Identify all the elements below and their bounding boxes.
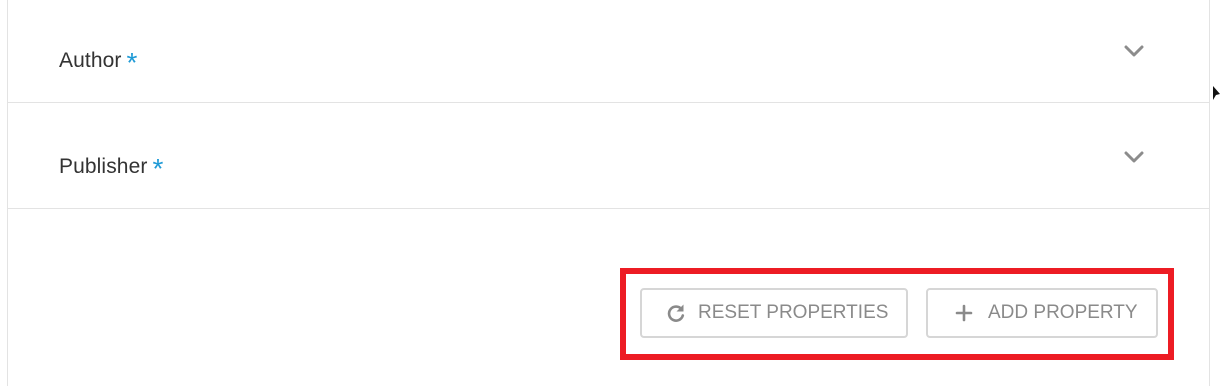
reset-properties-button[interactable]: RESET PROPERTIES: [640, 288, 908, 338]
refresh-icon: [667, 304, 685, 322]
property-name: Author: [59, 49, 122, 72]
mouse-cursor-icon: [1213, 86, 1220, 100]
add-property-button[interactable]: ADD PROPERTY: [926, 288, 1158, 338]
plus-icon: [955, 304, 973, 322]
required-asterisk: *: [152, 153, 164, 184]
reset-properties-label: RESET PROPERTIES: [698, 302, 889, 323]
add-property-label: ADD PROPERTY: [988, 302, 1138, 323]
chevron-down-icon[interactable]: [1124, 150, 1144, 164]
required-asterisk: *: [126, 47, 138, 78]
chevron-down-icon[interactable]: [1124, 44, 1144, 58]
property-row-author[interactable]: Author *: [8, 0, 1209, 103]
property-label-publisher: Publisher *: [59, 155, 163, 183]
property-label-author: Author *: [59, 49, 137, 77]
property-row-publisher[interactable]: Publisher *: [8, 103, 1209, 209]
property-name: Publisher: [59, 155, 148, 178]
